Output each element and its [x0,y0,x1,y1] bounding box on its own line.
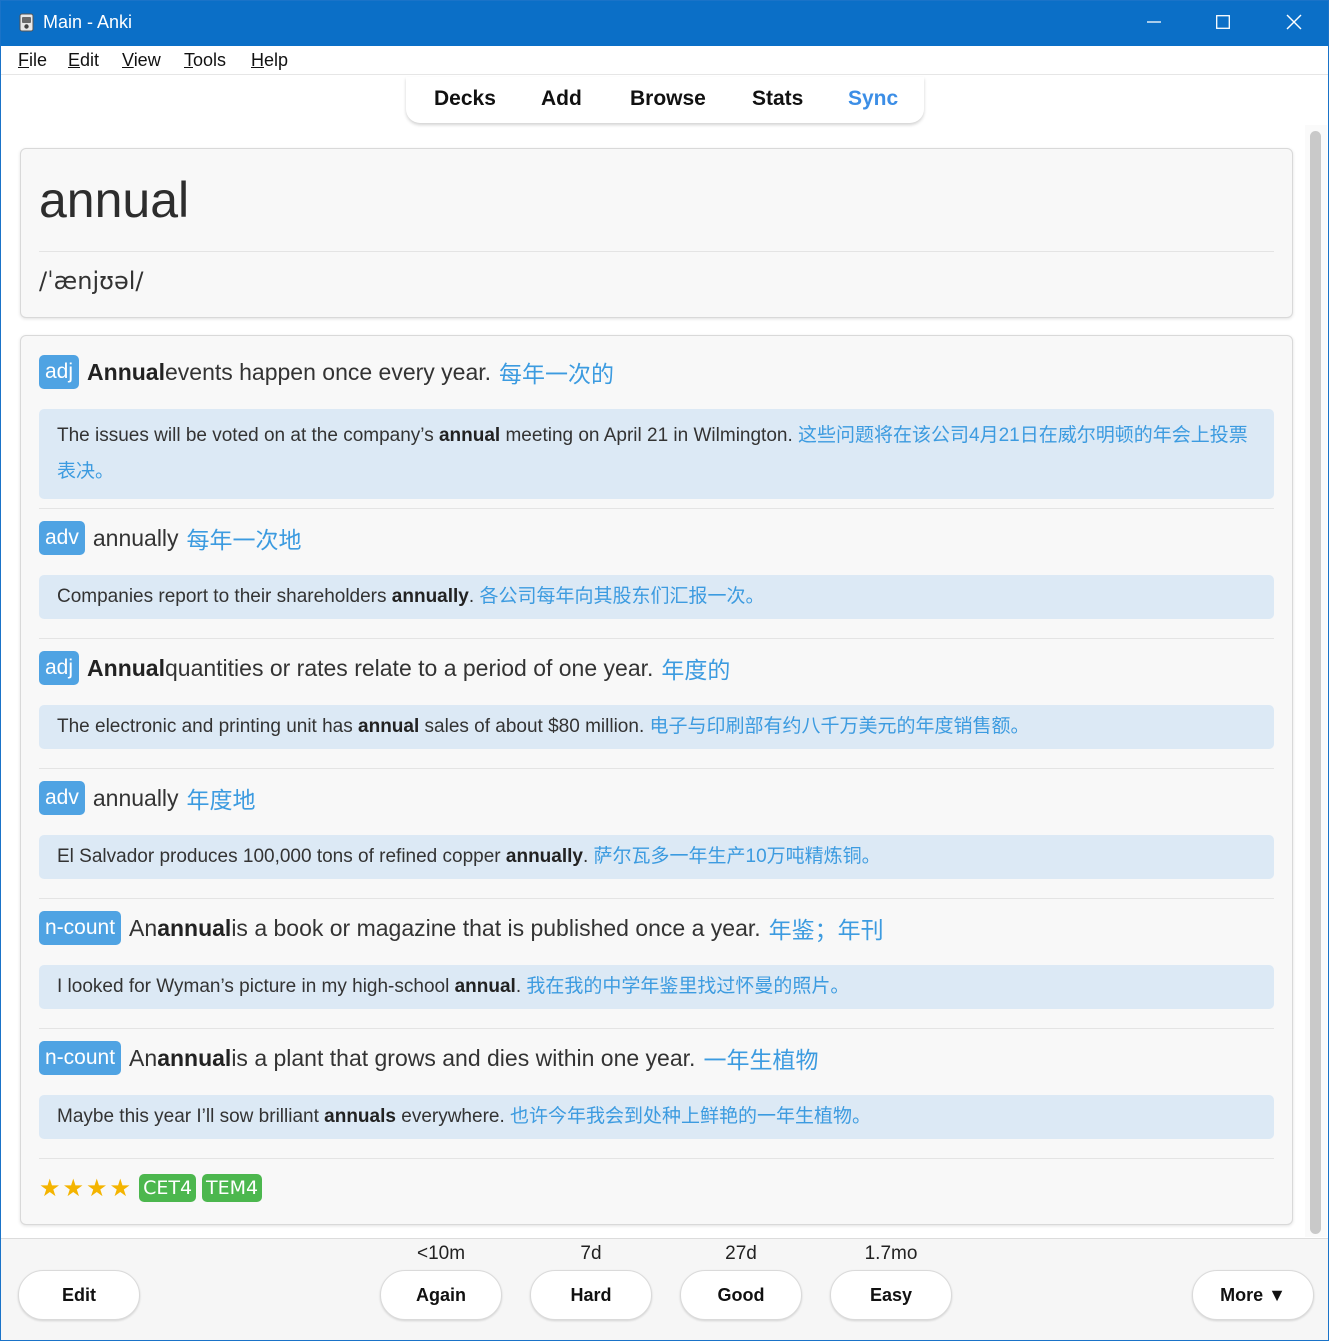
menu-file[interactable]: File [18,50,47,71]
hard-interval: 7d [580,1243,602,1264]
pos-badge: n-count [39,911,122,945]
menu-view[interactable]: View [122,50,161,71]
pos-badge: adj [39,355,80,389]
example-translation: 我在我的中学年鉴里找过怀曼的照片。 [526,976,850,997]
minimize-button[interactable] [1119,1,1189,46]
definition-translation: 每年一次地 [186,527,302,553]
definition-line: n-count An annual is a plant that grows … [39,1040,818,1076]
close-icon [1286,14,1302,34]
star-icon: ★ [39,1174,61,1202]
sense-divider [39,638,1274,639]
example-sentence: The issues will be voted on at the compa… [39,409,1274,499]
again-button[interactable]: Again [380,1270,502,1320]
pos-badge: adv [39,781,85,815]
definitions-card: adj Annual events happen once every year… [20,335,1293,1225]
star-icon: ★ [86,1174,108,1202]
word-header-card: annual /ˈænjʊəl/ [20,148,1293,318]
definition-translation: 年度地 [186,787,256,813]
frequency-rating: ★★★★ CET4 TEM4 [39,1174,263,1202]
answer-bar: Edit <10m Again 7d Hard 27d Good 1.7mo E… [1,1238,1328,1340]
sense-divider [39,768,1274,769]
headword: annual [39,172,190,228]
edit-button[interactable]: Edit [18,1270,140,1320]
header-divider [39,251,1274,252]
phonetic-transcription: /ˈænjʊəl/ [39,267,144,295]
easy-interval: 1.7mo [864,1243,918,1264]
definition-line: adv annually 年度地 [39,780,256,816]
star-rating: ★★★★ [39,1174,133,1202]
scrollbar-thumb[interactable] [1310,131,1321,1234]
toolbar-decks-link[interactable]: Decks [434,87,496,111]
toolbar-browse-link[interactable]: Browse [630,87,706,111]
menu-edit[interactable]: Edit [68,50,99,71]
example-sentence: I looked for Wyman’s picture in my high-… [39,965,1274,1009]
toolbar-sync-link[interactable]: Sync [848,87,898,111]
main-toolbar: Decks Add Browse Stats Sync [406,77,924,123]
star-icon: ★ [62,1174,85,1202]
toolbar-stats-link[interactable]: Stats [752,87,803,111]
menu-bar: File Edit View Tools Help [1,46,1328,75]
definition-line: adj Annual events happen once every year… [39,354,614,390]
definition-line: n-count An annual is a book or magazine … [39,910,884,946]
close-button[interactable] [1259,1,1328,46]
easy-button[interactable]: Easy [830,1270,952,1320]
example-translation: 也许今年我会到处种上鲜艳的一年生植物。 [510,1106,872,1127]
pos-badge: adv [39,521,85,555]
title-bar[interactable]: Main - Anki [1,1,1328,46]
sense-divider [39,1158,1274,1159]
toolbar-add-link[interactable]: Add [541,87,582,111]
example-translation: 电子与印刷部有约八千万美元的年度销售额。 [649,716,1030,737]
tag-badge: CET4 [139,1174,197,1202]
definition-translation: 每年一次的 [499,361,615,387]
definition-line: adj Annual quantities or rates relate to… [39,650,730,686]
definition-translation: 一年生植物 [703,1047,819,1073]
example-sentence: El Salvador produces 100,000 tons of ref… [39,835,1274,879]
anki-main-window: Main - Anki File Edit View Tools Help De… [0,0,1329,1341]
star-icon: ★ [109,1174,132,1202]
example-translation: 萨尔瓦多一年生产10万吨精炼铜。 [593,846,881,867]
definition-line: adv annually 每年一次地 [39,520,302,556]
menu-tools[interactable]: Tools [184,50,226,71]
sense-divider [39,898,1274,899]
minimize-icon [1147,14,1161,33]
tag-badge: TEM4 [202,1174,263,1202]
example-sentence: The electronic and printing unit has ann… [39,705,1274,749]
example-sentence: Companies report to their shareholders a… [39,575,1274,619]
pos-badge: adj [39,651,80,685]
example-sentence: Maybe this year I’ll sow brilliant annua… [39,1095,1274,1139]
again-interval: <10m [416,1243,466,1264]
pos-badge: n-count [39,1041,122,1075]
definition-translation: 年鉴；年刊 [768,917,884,943]
window-title: Main - Anki [43,12,133,32]
menu-help[interactable]: Help [251,50,288,71]
definition-translation: 年度的 [661,657,731,683]
more-button[interactable]: More ▼ [1192,1270,1314,1320]
good-interval: 27d [725,1243,757,1264]
good-button[interactable]: Good [680,1270,802,1320]
sense-divider [39,508,1274,509]
example-translation: 各公司每年向其股东们汇报一次。 [479,586,765,607]
hard-button[interactable]: Hard [530,1270,652,1320]
sense-divider [39,1028,1274,1029]
maximize-icon [1216,14,1230,33]
anki-app-icon [17,13,37,33]
maximize-button[interactable] [1188,1,1258,46]
